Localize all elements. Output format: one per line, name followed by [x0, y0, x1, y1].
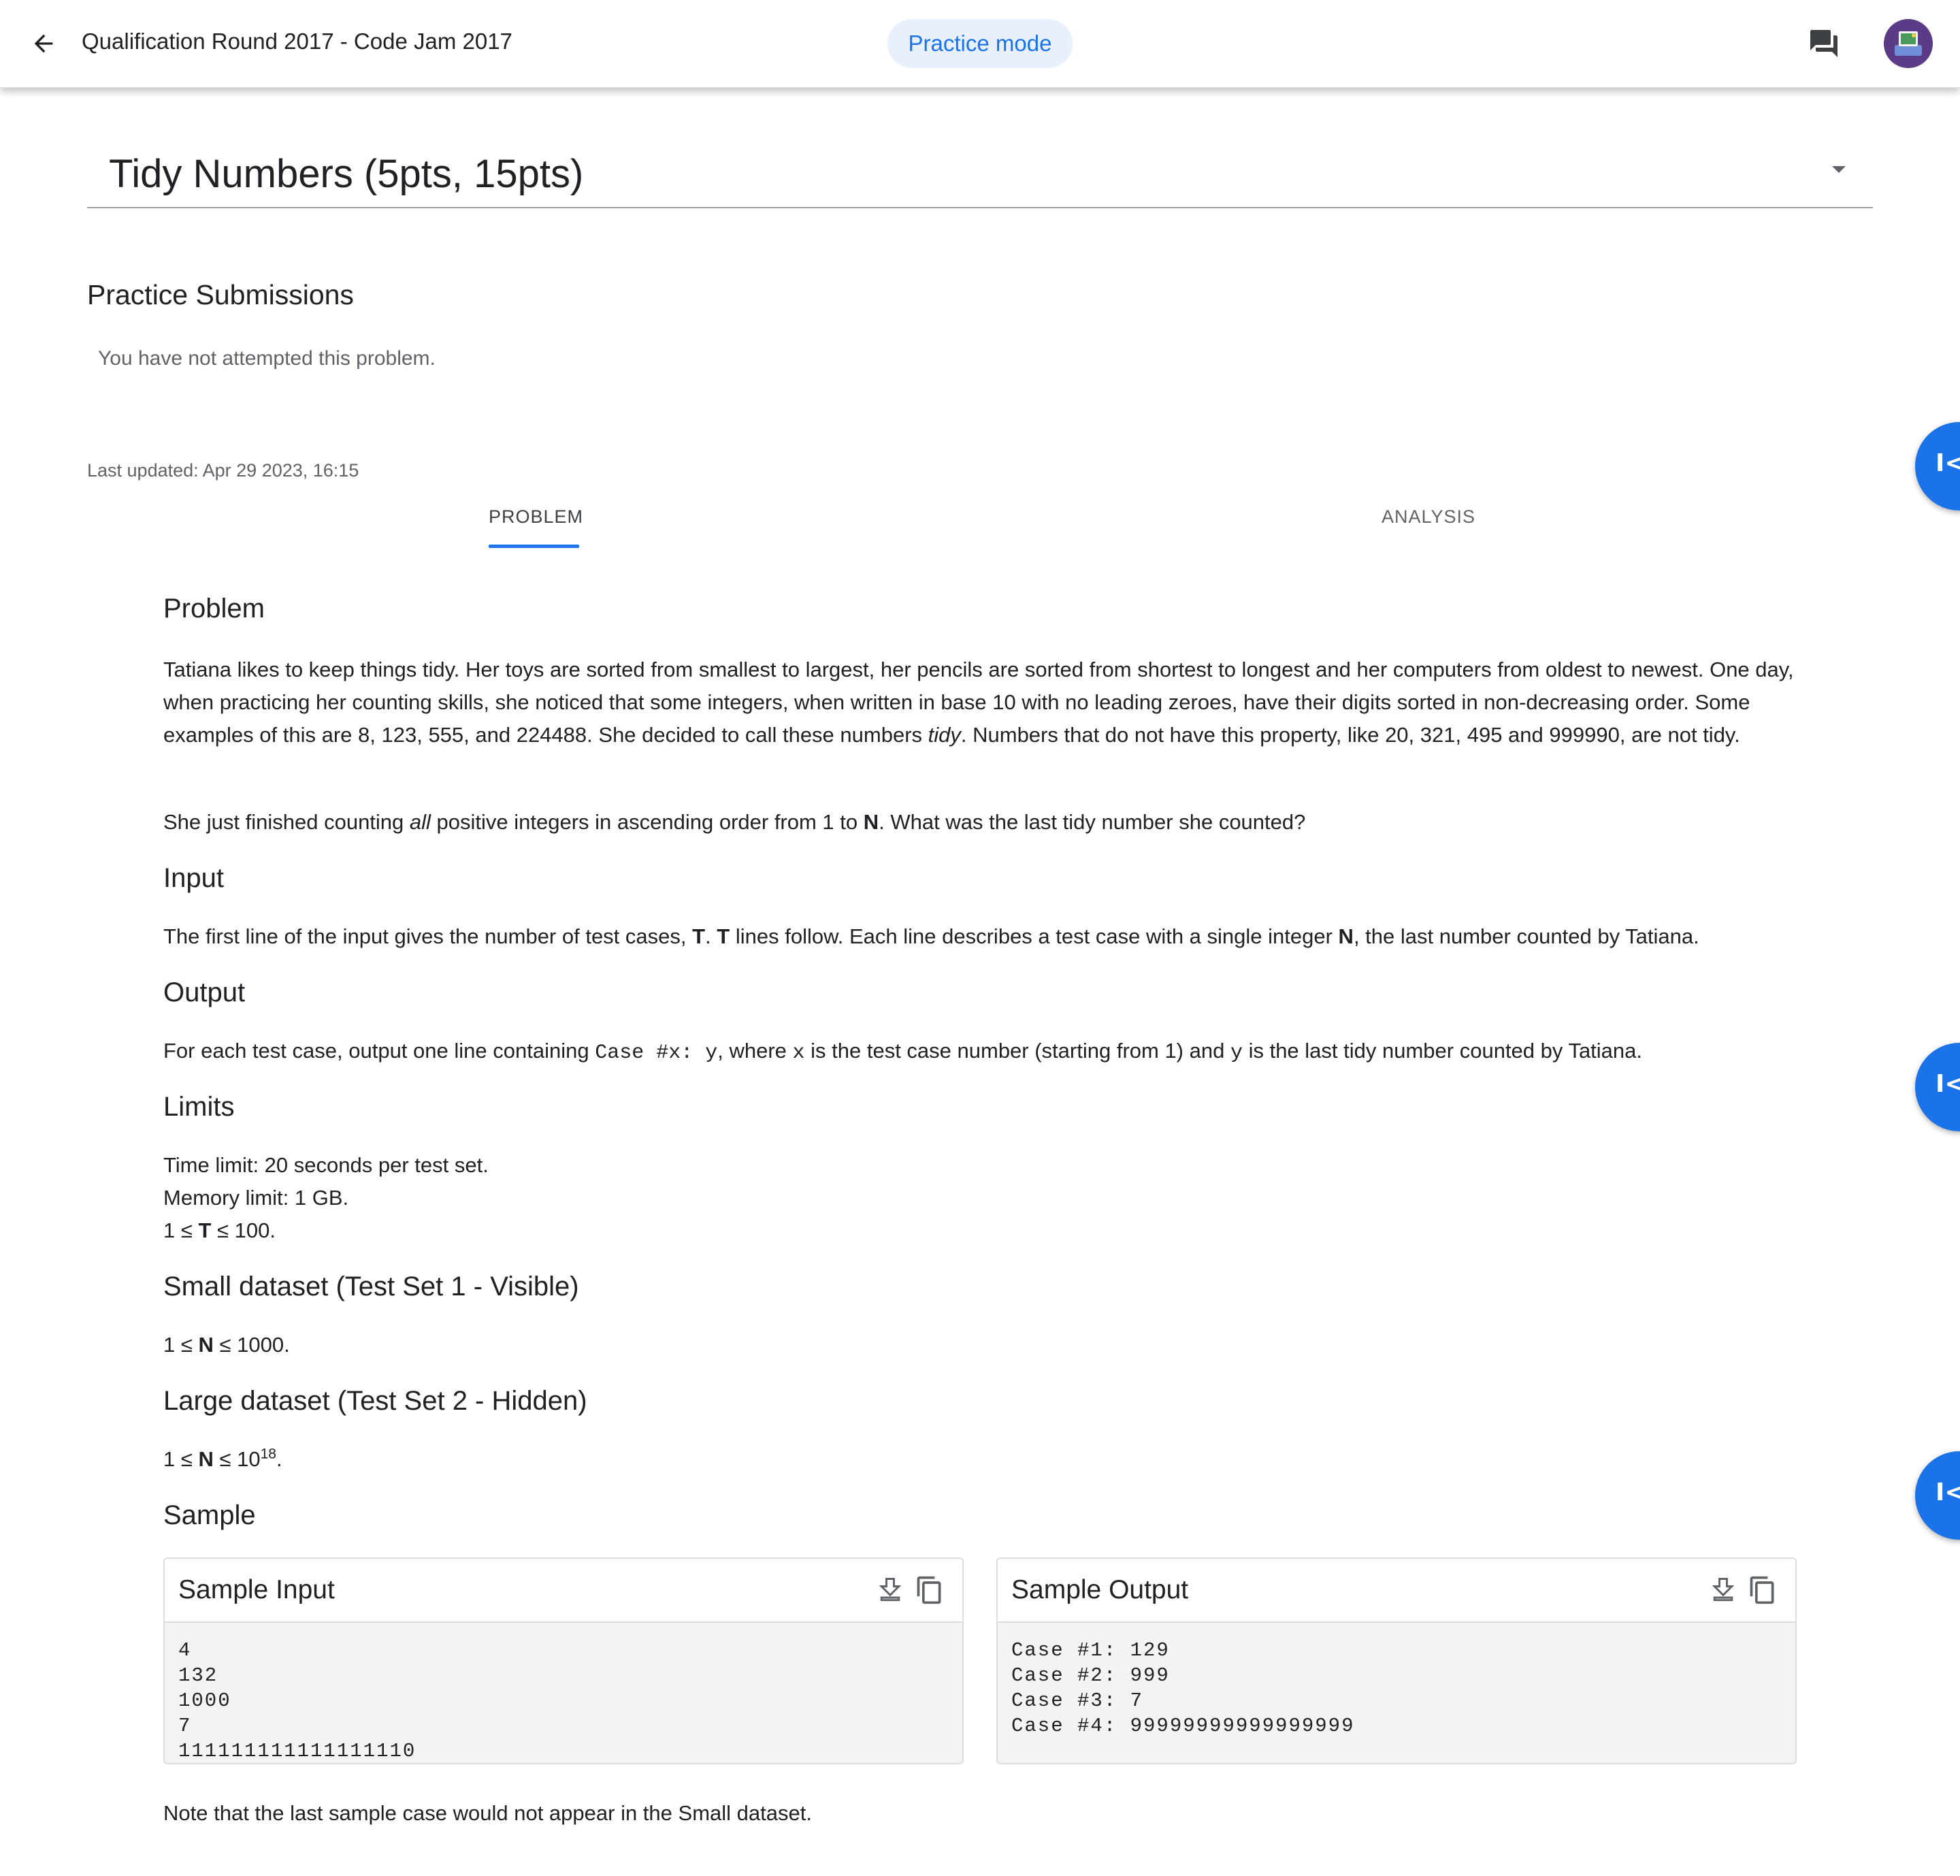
sample-input-title: Sample Input	[178, 1575, 335, 1604]
back-arrow-icon[interactable]	[24, 25, 63, 63]
sample-output-title: Sample Output	[1011, 1575, 1189, 1604]
output-description: For each test case, output one line cont…	[163, 1039, 1643, 1065]
tab-active-indicator	[489, 545, 579, 548]
tab-analysis[interactable]: ANALYSIS	[1382, 506, 1475, 528]
top-app-bar: Qualification Round 2017 - Code Jam 2017…	[0, 0, 1960, 88]
sample-output-box: Sample Output Case #1: 129 Case #2: 999 …	[996, 1557, 1797, 1764]
problem-select-value: Tidy Numbers (5pts, 15pts)	[109, 152, 584, 196]
large-dataset-limit: 1 ≤ N ≤ 1018.	[163, 1446, 282, 1471]
collapse-panel-button[interactable]: I<	[1915, 1451, 1960, 1540]
dropdown-arrow-icon[interactable]	[1832, 166, 1846, 173]
practice-submissions-title: Practice Submissions	[87, 279, 354, 310]
copy-icon[interactable]	[1748, 1574, 1778, 1606]
sample-output-content[interactable]: Case #1: 129 Case #2: 999 Case #3: 7 Cas…	[1011, 1638, 1354, 1738]
download-icon[interactable]	[1708, 1574, 1738, 1606]
heading-sample: Sample	[163, 1500, 256, 1530]
copy-icon[interactable]	[915, 1574, 945, 1606]
avatar[interactable]	[1884, 19, 1933, 68]
heading-problem: Problem	[163, 594, 265, 624]
heading-large-dataset: Large dataset (Test Set 2 - Hidden)	[163, 1386, 587, 1416]
practice-mode-chip[interactable]: Practice mode	[887, 19, 1073, 68]
sample-input-header: Sample Input	[165, 1559, 962, 1623]
heading-output: Output	[163, 977, 246, 1007]
tab-problem[interactable]: PROBLEM	[489, 506, 583, 528]
last-updated: Last updated: Apr 29 2023, 16:15	[87, 460, 359, 481]
collapse-icon: I<	[1936, 449, 1960, 477]
contest-title: Qualification Round 2017 - Code Jam 2017	[82, 29, 512, 54]
collapse-panel-button[interactable]: I<	[1915, 1043, 1960, 1131]
problem-question: She just finished counting all positive …	[163, 810, 1306, 834]
heading-input: Input	[163, 863, 224, 893]
sample-input-box: Sample Input 4 132 1000 7 11111111111111…	[163, 1557, 964, 1764]
heading-small-dataset: Small dataset (Test Set 1 - Visible)	[163, 1272, 579, 1301]
sample-output-header: Sample Output	[998, 1559, 1795, 1623]
submissions-status: You have not attempted this problem.	[98, 347, 436, 370]
chat-icon[interactable]	[1808, 27, 1840, 60]
small-dataset-limit: 1 ≤ N ≤ 1000.	[163, 1333, 290, 1357]
problem-description: Tatiana likes to keep things tidy. Her t…	[163, 658, 1794, 747]
problem-select[interactable]: Tidy Numbers (5pts, 15pts)	[87, 136, 1873, 208]
download-icon[interactable]	[875, 1574, 905, 1606]
heading-limits: Limits	[163, 1092, 235, 1122]
input-description: The first line of the input gives the nu…	[163, 924, 1699, 948]
collapse-icon: I<	[1936, 1478, 1960, 1506]
collapse-panel-button[interactable]: I<	[1915, 422, 1960, 511]
limits-list: Time limit: 20 seconds per test set. Memo…	[163, 1153, 489, 1242]
collapse-icon: I<	[1936, 1070, 1960, 1098]
sample-note: Note that the last sample case would not…	[163, 1801, 812, 1825]
sample-input-content[interactable]: 4 132 1000 7 111111111111111110	[178, 1638, 416, 1763]
